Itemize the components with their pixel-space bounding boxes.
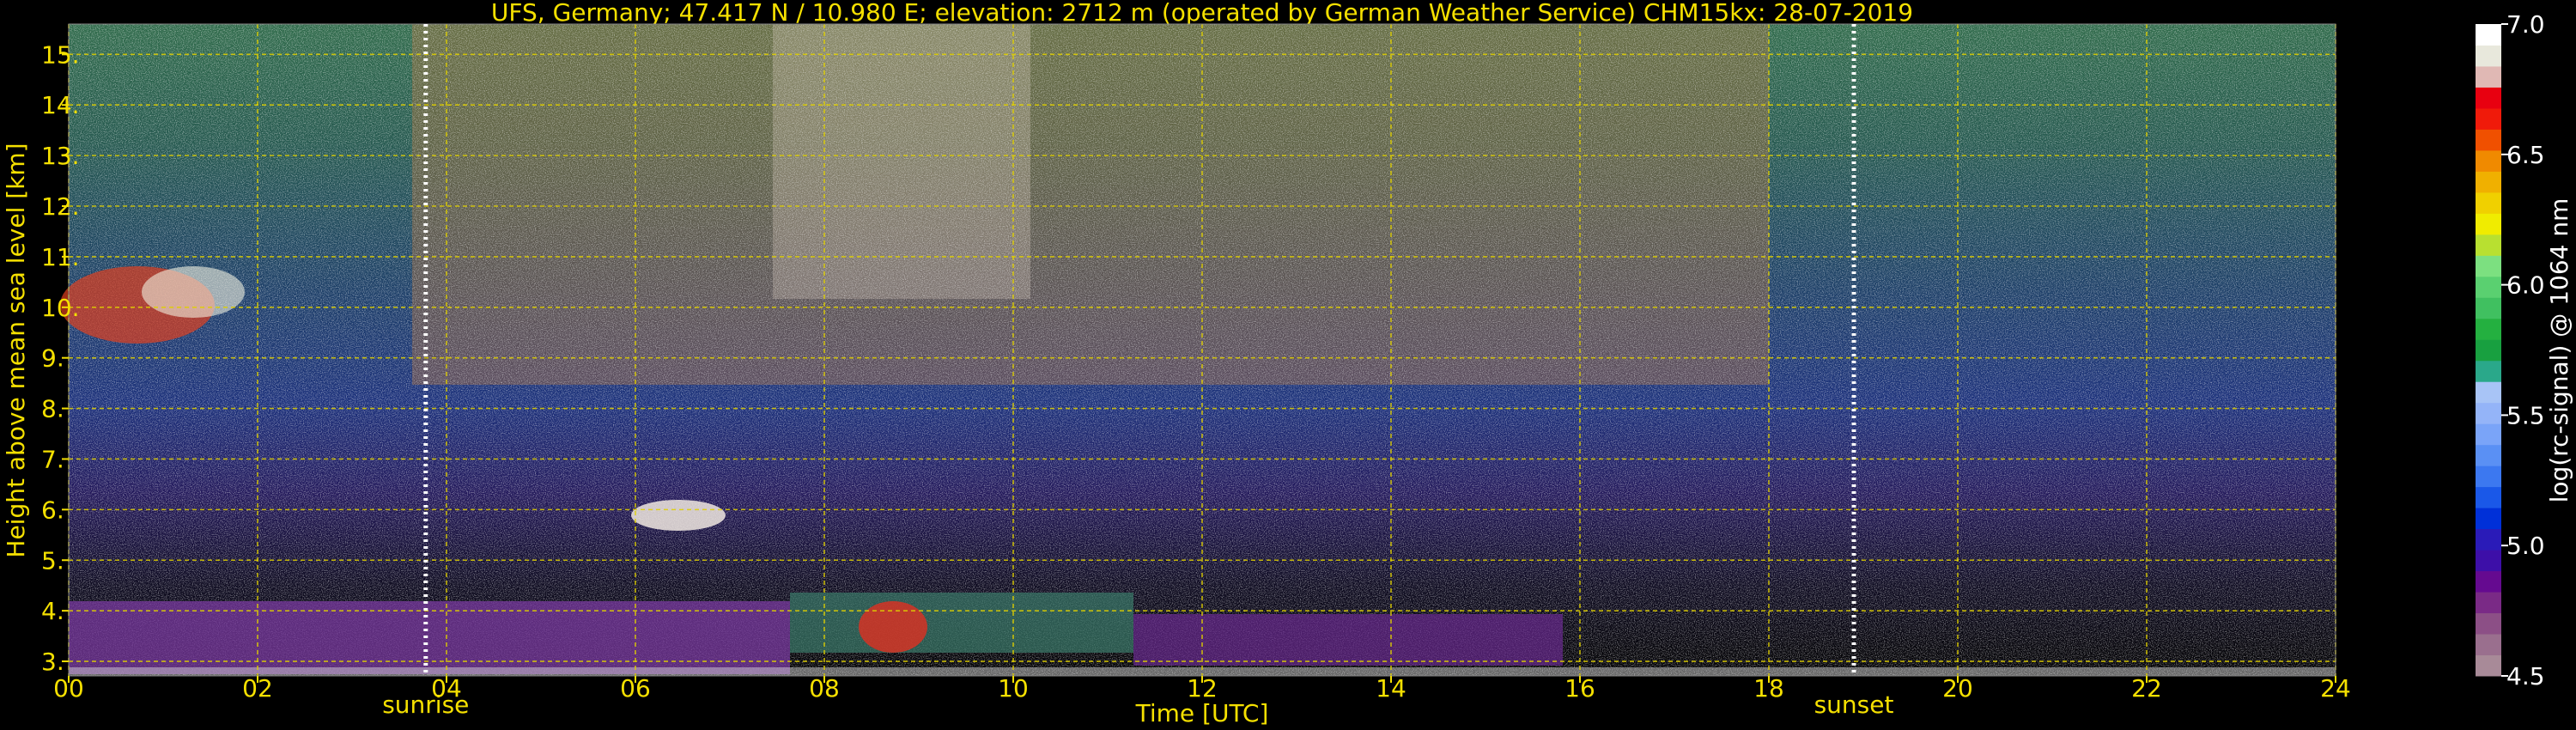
colorbar: 4.5 5.0 5.5 6.0 6.5 7.0	[2476, 10, 2545, 690]
colorbar-segment	[2476, 65, 2501, 88]
x-tick-label: 06	[620, 674, 651, 703]
ceilometer-chart: UFS, Germany; 47.417 N / 10.980 E; eleva…	[2, 0, 2573, 727]
x-tick-label: 18	[1753, 674, 1784, 703]
colorbar-segment	[2476, 550, 2501, 572]
cirrus-cloud	[142, 266, 245, 318]
colorbar-segment	[2476, 213, 2501, 235]
x-tick-label: 14	[1376, 674, 1406, 703]
y-tick-label: 11.	[41, 243, 80, 271]
colorbar-segment	[2476, 444, 2501, 466]
x-tick-label: 22	[2131, 674, 2162, 703]
colorbar-segment	[2476, 423, 2501, 446]
colorbar-tick-label: 5.5	[2506, 401, 2545, 429]
y-axis-label: Height above mean sea level [km]	[2, 143, 30, 557]
colorbar-segment	[2476, 276, 2501, 298]
x-tick-label: 24	[2320, 674, 2351, 703]
y-tick-label: 12.	[41, 192, 80, 221]
y-tick-label: 5.	[41, 546, 64, 575]
colorbar-segment	[2476, 129, 2501, 151]
colorbar-tick-label: 6.0	[2506, 271, 2545, 300]
colorbar-segment	[2476, 486, 2501, 508]
y-tick-label: 3.	[41, 648, 64, 676]
y-tick-label: 4.	[41, 597, 64, 625]
colorbar-tick-label: 4.5	[2506, 662, 2545, 690]
x-tick-label: 16	[1564, 674, 1595, 703]
colorbar-segment	[2476, 465, 2501, 488]
colorbar-segment	[2476, 528, 2501, 551]
colorbar-segment	[2476, 192, 2501, 214]
chart-title: UFS, Germany; 47.417 N / 10.980 E; eleva…	[491, 0, 1913, 27]
y-tick-label: 14.	[41, 91, 80, 119]
colorbar-segment	[2476, 87, 2501, 109]
x-tick-label: 08	[809, 674, 840, 703]
marker-label-sunset: sunset	[1814, 690, 1894, 719]
colorbar-segment	[2476, 339, 2501, 362]
colorbar-label: log(rc-signal) @ 1064 nm	[2545, 198, 2573, 503]
colorbar-segment	[2476, 318, 2501, 340]
colorbar-segment	[2476, 171, 2501, 193]
boundary-layer-aerosol	[69, 601, 790, 674]
colorbar-segment	[2476, 592, 2501, 614]
x-tick-label: 00	[53, 674, 84, 703]
colorbar-tick-label: 6.5	[2506, 141, 2545, 169]
x-axis-label: Time [UTC]	[1135, 699, 1269, 727]
colorbar-segment	[2476, 508, 2501, 530]
x-tick-label: 02	[242, 674, 273, 703]
colorbar-segment	[2476, 234, 2501, 256]
colorbar-segment	[2476, 402, 2501, 424]
x-tick-label: 10	[998, 674, 1029, 703]
cloud-layer	[631, 500, 726, 531]
colorbar-segment	[2476, 297, 2501, 319]
colorbar-segment	[2476, 107, 2501, 130]
colorbar-segment	[2476, 149, 2501, 172]
boundary-layer-aerosol	[790, 593, 1133, 653]
colorbar-tick-label: 7.0	[2506, 10, 2545, 39]
x-tick-label: 20	[1942, 674, 1973, 703]
y-tick-label: 8.	[41, 395, 64, 423]
boundary-layer-aerosol	[1133, 614, 1563, 666]
x-tick-label: 04	[431, 674, 462, 703]
y-tick-label: 9.	[41, 344, 64, 373]
colorbar-segment	[2476, 360, 2501, 382]
y-tick-label: 10.	[41, 294, 80, 322]
y-tick-label: 7.	[41, 445, 64, 473]
colorbar-segment	[2476, 45, 2501, 67]
colorbar-segment	[2476, 381, 2501, 404]
y-tick-label: 15.	[41, 40, 80, 69]
y-tick-label: 6.	[41, 496, 64, 524]
colorbar-segment	[2476, 654, 2501, 677]
colorbar-segment	[2476, 570, 2501, 593]
colorbar-tick-label: 5.0	[2506, 532, 2545, 560]
plot-area	[60, 24, 2336, 676]
colorbar-segment	[2476, 634, 2501, 656]
convective-cloud	[859, 601, 927, 653]
colorbar-segment	[2476, 255, 2501, 277]
y-tick-label: 13.	[41, 142, 80, 170]
colorbar-segment	[2476, 612, 2501, 635]
colorbar-segment	[2476, 24, 2501, 46]
